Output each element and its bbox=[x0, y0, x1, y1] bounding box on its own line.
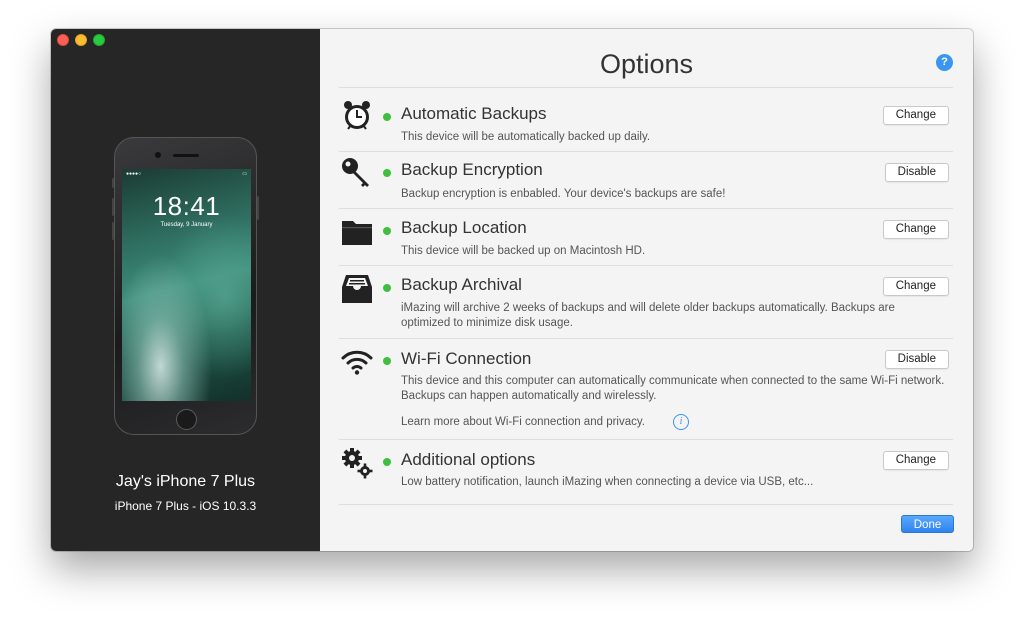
option-backup-location: Backup Location This device will be back… bbox=[339, 208, 953, 265]
wifi-icon bbox=[341, 350, 373, 375]
option-backup-archival: Backup Archival iMazing will archive 2 w… bbox=[339, 265, 953, 338]
gears-icon bbox=[342, 448, 373, 479]
option-automatic-backups: Automatic Backups This device will be au… bbox=[339, 87, 953, 144]
option-backup-encryption: Backup Encryption Backup encryption is e… bbox=[339, 151, 953, 208]
change-archival-button[interactable]: Change bbox=[882, 277, 949, 296]
phone-status-bar: ●●●●○ ▭ bbox=[126, 171, 247, 177]
help-icon[interactable]: ? bbox=[936, 54, 953, 71]
archive-tray-icon bbox=[342, 275, 372, 303]
lock-time: 18:41 bbox=[152, 191, 221, 221]
option-title: Backup Location bbox=[401, 218, 527, 237]
device-name: Jay's iPhone 7 Plus bbox=[115, 473, 256, 490]
change-automatic-backups-button[interactable]: Change bbox=[882, 106, 949, 125]
power-button bbox=[257, 196, 259, 220]
iphone-image: ●●●●○ ▭ 18:41 Tuesday, 9 January bbox=[112, 137, 259, 435]
device-sidebar: ●●●●○ ▭ 18:41 Tuesday, 9 January Jay's i… bbox=[51, 29, 320, 551]
front-camera bbox=[155, 152, 161, 158]
options-panel: Options ? Automatic Backups This device … bbox=[320, 29, 973, 551]
home-button bbox=[176, 409, 197, 430]
option-description: Backup encryption is enbabled. Your devi… bbox=[401, 188, 726, 200]
close-window-button[interactable] bbox=[57, 34, 69, 46]
option-title: Backup Encryption bbox=[401, 160, 543, 179]
mute-switch bbox=[112, 178, 114, 188]
change-additional-options-button[interactable]: Change bbox=[882, 451, 949, 470]
earpiece-speaker bbox=[173, 154, 199, 157]
signal-icon: ●●●●○ bbox=[126, 171, 142, 177]
folder-icon bbox=[342, 221, 372, 245]
done-button[interactable]: Done bbox=[901, 515, 954, 533]
window-controls bbox=[57, 34, 105, 46]
option-description: This device will be backed up on Macinto… bbox=[401, 245, 646, 257]
status-indicator bbox=[383, 284, 391, 292]
key-icon bbox=[342, 158, 369, 187]
status-indicator bbox=[383, 169, 391, 177]
status-indicator bbox=[383, 227, 391, 235]
volume-up-button bbox=[112, 198, 114, 216]
lock-screen: ●●●●○ ▭ 18:41 Tuesday, 9 January bbox=[122, 169, 251, 401]
option-description: Low battery notification, launch iMazing… bbox=[401, 476, 814, 488]
options-window: ●●●●○ ▭ 18:41 Tuesday, 9 January Jay's i… bbox=[51, 29, 973, 551]
learn-more-wifi-link[interactable]: Learn more about Wi-Fi connection and pr… bbox=[401, 416, 645, 428]
option-description: iMazing will archive 2 weeks of backups … bbox=[401, 302, 895, 329]
option-title: Automatic Backups bbox=[401, 104, 547, 123]
option-additional-options: Additional options Low battery notificat… bbox=[339, 439, 953, 496]
status-indicator bbox=[383, 357, 391, 365]
device-model: iPhone 7 Plus - iOS 10.3.3 bbox=[114, 499, 257, 513]
option-title: Wi-Fi Connection bbox=[401, 349, 532, 368]
option-description: This device will be automatically backed… bbox=[401, 131, 651, 143]
option-description: This device and this computer can automa… bbox=[401, 375, 945, 402]
status-indicator bbox=[383, 458, 391, 466]
disable-encryption-button[interactable]: Disable bbox=[884, 163, 949, 182]
alarm-clock-icon bbox=[344, 101, 370, 130]
option-title: Backup Archival bbox=[401, 275, 522, 294]
change-location-button[interactable]: Change bbox=[882, 220, 949, 239]
disable-wifi-button[interactable]: Disable bbox=[884, 350, 949, 369]
battery-icon: ▭ bbox=[242, 171, 247, 177]
divider bbox=[339, 504, 953, 505]
info-icon[interactable]: i bbox=[673, 414, 689, 430]
lock-date: Tuesday, 9 January bbox=[160, 222, 213, 228]
zoom-window-button[interactable] bbox=[93, 34, 105, 46]
minimize-window-button[interactable] bbox=[75, 34, 87, 46]
page-title: Options bbox=[599, 49, 694, 79]
option-title: Additional options bbox=[401, 450, 536, 469]
option-wifi-connection: Wi-Fi Connection This device and this co… bbox=[339, 338, 953, 439]
volume-down-button bbox=[112, 222, 114, 240]
status-indicator bbox=[383, 113, 391, 121]
